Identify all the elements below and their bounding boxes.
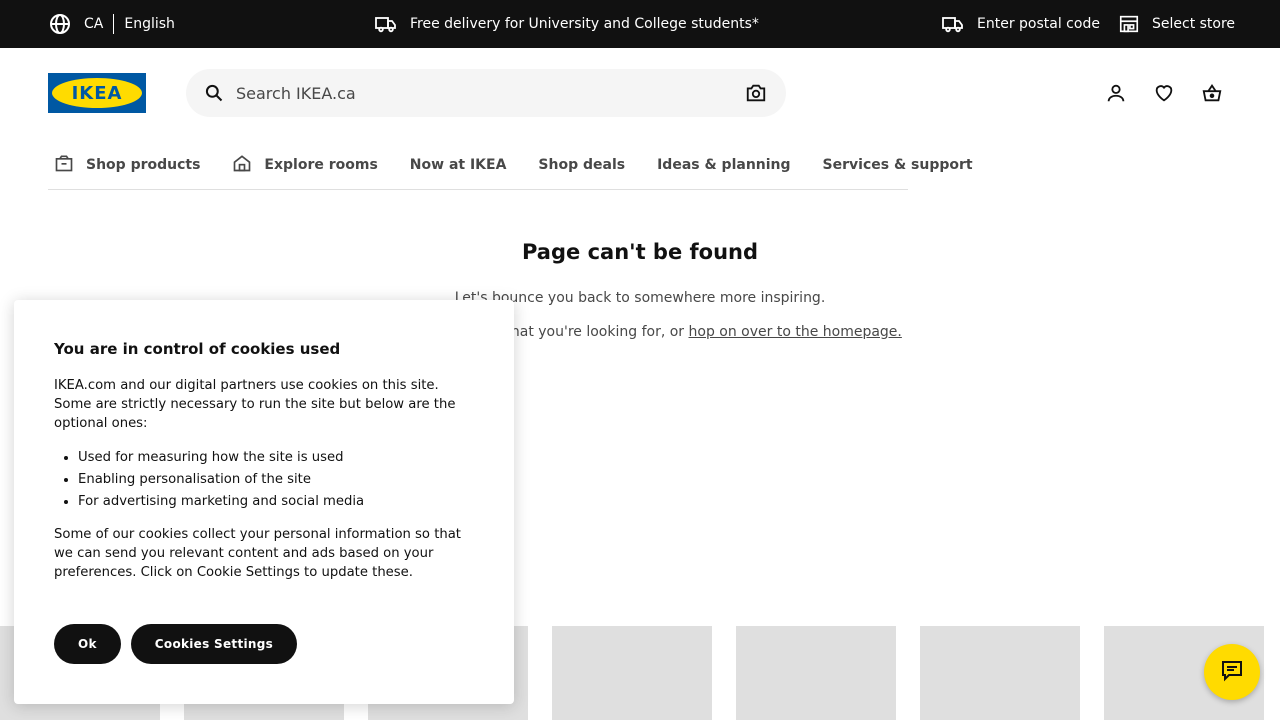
nav-item-explore-rooms[interactable]: Explore rooms bbox=[232, 141, 378, 189]
cookie-banner: You are in control of cookies used IKEA.… bbox=[14, 300, 514, 704]
heart-icon[interactable] bbox=[1152, 81, 1176, 105]
list-item: Enabling personalisation of the site bbox=[78, 469, 474, 491]
globe-icon bbox=[48, 12, 72, 36]
account-icon[interactable] bbox=[1104, 81, 1128, 105]
house-icon bbox=[232, 153, 252, 177]
store-text: Select store bbox=[1152, 16, 1236, 32]
list-item: For advertising marketing and social med… bbox=[78, 491, 474, 513]
search-icon[interactable] bbox=[204, 83, 224, 103]
nav-item-shop-deals[interactable]: Shop deals bbox=[538, 141, 625, 189]
delivery-promo[interactable]: Free delivery for University and College… bbox=[374, 0, 759, 48]
truck-icon bbox=[374, 12, 398, 36]
logo-oval: IKEA bbox=[52, 78, 142, 108]
nav-item-shop-products[interactable]: Shop products bbox=[54, 141, 200, 189]
page-title: Page can't be found bbox=[521, 240, 758, 264]
postal-code-button[interactable]: Enter postal code bbox=[941, 0, 1100, 48]
cookie-title: You are in control of cookies used bbox=[54, 340, 341, 358]
nav-label: Services & support bbox=[822, 156, 973, 173]
logo-wordmark: IKEA bbox=[71, 82, 123, 104]
nav-item-ideas-planning[interactable]: Ideas & planning bbox=[657, 141, 790, 189]
delivery-text: Free delivery for University and College… bbox=[410, 16, 759, 32]
postal-text: Enter postal code bbox=[977, 16, 1100, 32]
nav-label: Shop deals bbox=[538, 156, 626, 173]
ok-button[interactable]: Ok bbox=[54, 624, 121, 664]
nav-label: Ideas & planning bbox=[657, 156, 791, 173]
header-actions bbox=[1104, 81, 1224, 105]
language-label: English bbox=[124, 16, 175, 32]
nav-label: Shop products bbox=[86, 156, 201, 173]
main-nav: Shop products Explore rooms Now at IKEA … bbox=[48, 140, 973, 190]
list-item: Used for measuring how the site is used bbox=[78, 447, 474, 469]
search-input[interactable] bbox=[236, 83, 744, 103]
nav-item-now-at-ikea[interactable]: Now at IKEA bbox=[410, 141, 507, 189]
nav-label: Now at IKEA bbox=[409, 156, 507, 173]
placeholder-tile[interactable] bbox=[920, 626, 1080, 720]
divider bbox=[113, 14, 115, 34]
store-icon bbox=[1118, 13, 1140, 35]
nav-item-services-support[interactable]: Services & support bbox=[823, 141, 973, 189]
chat-icon bbox=[1220, 658, 1244, 686]
placeholder-tile[interactable] bbox=[552, 626, 712, 720]
camera-icon[interactable] bbox=[744, 81, 768, 105]
cookie-list: Used for measuring how the site is used … bbox=[78, 447, 474, 513]
country-code: CA bbox=[84, 16, 104, 32]
select-store-button[interactable]: Select store bbox=[1118, 0, 1235, 48]
language-selector[interactable]: CA English bbox=[48, 0, 175, 48]
search-bar[interactable] bbox=[186, 69, 786, 117]
nav-label: Explore rooms bbox=[264, 156, 378, 173]
cookie-intro: IKEA.com and our digital partners use co… bbox=[54, 378, 456, 431]
homepage-link[interactable]: hop on over to the homepage. bbox=[689, 324, 902, 340]
basket-icon[interactable] bbox=[1200, 81, 1224, 105]
placeholder-tile[interactable] bbox=[736, 626, 896, 720]
cookie-settings-button[interactable]: Cookies Settings bbox=[130, 624, 298, 664]
box-icon bbox=[54, 153, 74, 177]
truck-icon bbox=[941, 12, 965, 36]
ikea-logo[interactable]: IKEA bbox=[48, 73, 146, 113]
top-bar: CA English Free delivery for University … bbox=[0, 0, 1280, 48]
chat-button[interactable] bbox=[1204, 644, 1260, 700]
cookie-actions: Ok Cookies Settings bbox=[54, 624, 298, 664]
cookie-outro: Some of our cookies collect your persona… bbox=[54, 527, 461, 580]
